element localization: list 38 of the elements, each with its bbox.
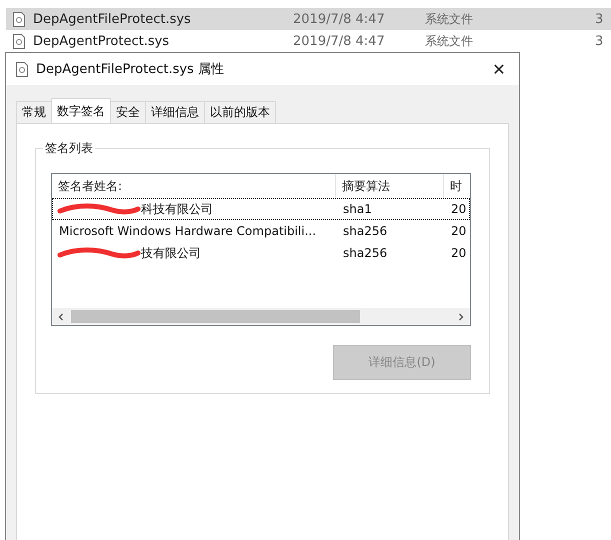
file-date: 2019/7/8 4:47 (293, 12, 386, 26)
horizontal-scrollbar[interactable] (52, 308, 470, 325)
file-row[interactable]: DepAgentProtect.sys 2019/7/8 4:47 系统文件 3 (6, 30, 611, 52)
table-cell-text: 20 (450, 202, 468, 216)
column-header[interactable]: 摘要算法 (336, 174, 444, 198)
tab[interactable]: 数字签名 (51, 98, 111, 123)
table-cell: 技有限公司 (141, 244, 201, 262)
file-icon (13, 12, 25, 26)
table-cell-text: 20 (450, 246, 468, 260)
file-icon (13, 34, 25, 48)
signature-row[interactable]: 技有限公司 sha256 20 (52, 242, 470, 264)
file-type: 系统文件 (425, 10, 474, 28)
table-cell-text: sha256 (342, 246, 388, 260)
tab[interactable]: 以前的版本 (204, 101, 276, 123)
file-icon (16, 62, 28, 76)
file-type: 系统文件 (425, 32, 474, 50)
table-cell: 科技有限公司 (141, 200, 213, 218)
signature-row[interactable]: 科技有限公司 sha1 20 (52, 198, 470, 220)
scroll-left-icon[interactable] (57, 312, 65, 320)
column-header[interactable]: 时 (444, 174, 470, 198)
file-size: 3 (595, 12, 604, 26)
scroll-right-icon[interactable] (457, 312, 465, 320)
file-size: 3 (595, 34, 604, 48)
file-name: DepAgentFileProtect.sys (33, 12, 192, 26)
file-name: DepAgentProtect.sys (33, 34, 170, 48)
window-title: DepAgentFileProtect.sys 属性 (36, 61, 225, 78)
signature-row[interactable]: Microsoft Windows Hardware Compatibili... sha256 20 (52, 220, 470, 242)
file-date: 2019/7/8 4:47 (293, 34, 386, 48)
tab[interactable]: 常规 (16, 101, 52, 123)
scrollbar-thumb[interactable] (71, 310, 360, 323)
table-cell-text: 20 (450, 224, 468, 238)
file-row[interactable]: DepAgentFileProtect.sys 2019/7/8 4:47 系统文件 3 (6, 8, 611, 30)
column-header[interactable]: 签名者姓名: (52, 174, 336, 198)
table-cell: Microsoft Windows Hardware Compatibili... (59, 224, 316, 238)
close-button[interactable]: ✕ (479, 53, 519, 85)
table-cell-text: sha1 (342, 202, 373, 216)
table-cell-text: sha256 (342, 224, 388, 238)
group-title: 签名列表 (43, 140, 95, 157)
